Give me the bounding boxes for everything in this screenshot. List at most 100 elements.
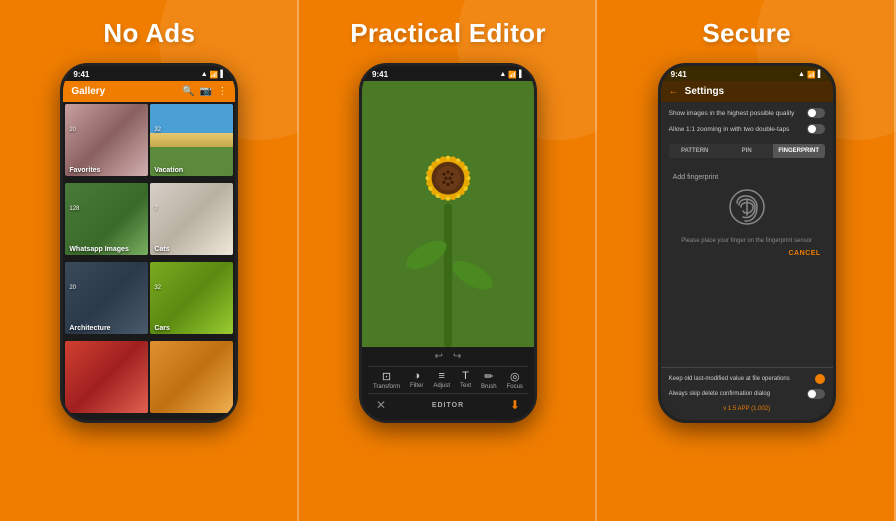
camera-icon[interactable]: 📷 [200, 86, 212, 97]
undo-icon[interactable]: ↩ [435, 351, 443, 362]
gallery-item-cats[interactable]: Cats 7 [150, 183, 233, 255]
editor-panel: Practical Editor 9:41 ▲ 📶 ▌ [299, 0, 598, 521]
status-icons-editor: ▲ 📶 ▌ [499, 71, 524, 79]
fingerprint-hint: Please place your finger on the fingerpr… [681, 238, 812, 244]
gallery-item-art1[interactable] [65, 341, 148, 413]
fingerprint-icon [729, 189, 765, 232]
settings-delete-text: Always skip delete confirmation dialog [669, 391, 807, 397]
editor-tools-bar: ⊡ Transform ◑ Filter ≡ Adjust T Text [368, 366, 528, 394]
settings-zoom-text: Allow 1:1 zooming in with two double-tap… [669, 126, 807, 133]
panel-title-secure: Secure [702, 18, 791, 49]
redo-icon[interactable]: ↪ [453, 351, 461, 362]
text-icon: T [462, 370, 469, 382]
gallery-toolbar: Gallery 🔍 📷 ⋮ [63, 81, 235, 102]
brush-icon: ✏ [484, 370, 493, 383]
version-text: v 1.5 APP (1.002) [669, 404, 825, 414]
gallery-item-label-cars: Cars [154, 325, 170, 332]
focus-label: Focus [507, 384, 523, 390]
search-icon[interactable]: 🔍 [182, 86, 194, 97]
settings-bottom-row-modified: Keep old last-modified value at file ope… [669, 374, 825, 384]
editor-tool-brush[interactable]: ✏ Brush [481, 370, 497, 390]
settings-screen: 9:41 ▲ 📶 ▌ ← Settings Show images in the… [661, 66, 833, 420]
close-editor-icon[interactable]: ✕ [376, 398, 386, 412]
editor-tool-focus[interactable]: ◎ Focus [507, 370, 523, 390]
gallery-item-whatsapp[interactable]: Whatsapp Images 128 [65, 183, 148, 255]
settings-divider [661, 367, 833, 368]
filter-icon: ◑ [413, 370, 420, 382]
battery-icon-settings: ▌ [818, 71, 823, 78]
gallery-item-favorites[interactable]: Favorites 20 [65, 104, 148, 176]
gallery-item-label-cats: Cats [154, 246, 169, 253]
battery-icon: ▌ [220, 71, 225, 78]
wifi-icon-editor: ▲ [499, 71, 506, 78]
auth-tab-pattern[interactable]: PATTERN [669, 144, 721, 158]
adjust-icon: ≡ [438, 370, 444, 382]
editor-tool-filter[interactable]: ◑ Filter [410, 370, 423, 390]
status-time-editor: 9:41 [372, 70, 388, 79]
auth-tab-fingerprint[interactable]: FINGERPRINT [773, 144, 825, 158]
gallery-action-icons: 🔍 📷 ⋮ [182, 86, 227, 97]
auth-tabs: PATTERN PIN FINGERPRINT [669, 144, 825, 158]
gallery-screen: 9:41 ▲ 📶 ▌ Gallery 🔍 📷 ⋮ Favorites 2 [63, 66, 235, 420]
status-icons-gallery: ▲ 📶 ▌ [201, 71, 226, 79]
panel-title-no-ads: No Ads [103, 18, 195, 49]
gallery-item-art2[interactable] [150, 341, 233, 413]
editor-tool-transform[interactable]: ⊡ Transform [373, 370, 400, 390]
gallery-item-architecture[interactable]: Architecture 20 [65, 262, 148, 334]
settings-zoom-toggle[interactable] [807, 124, 825, 134]
gallery-item-count-vacation: 32 [154, 127, 161, 133]
settings-modified-text: Keep old last-modified value at file ope… [669, 376, 815, 382]
editor-image-area [362, 81, 534, 347]
status-bar-editor: 9:41 ▲ 📶 ▌ [362, 66, 534, 81]
auth-tab-pin[interactable]: PIN [721, 144, 773, 158]
transform-label: Transform [373, 384, 400, 390]
status-bar-gallery: 9:41 ▲ 📶 ▌ [63, 66, 235, 81]
filter-label: Filter [410, 383, 423, 389]
gallery-item-count-architecture: 20 [69, 285, 76, 291]
signal-icon-editor: 📶 [508, 71, 517, 79]
gallery-item-cars[interactable]: Cars 32 [150, 262, 233, 334]
menu-icon[interactable]: ⋮ [217, 86, 227, 97]
adjust-label: Adjust [433, 383, 450, 389]
settings-toolbar: ← Settings [661, 81, 833, 102]
status-time-gallery: 9:41 [73, 70, 89, 79]
status-icons-settings: ▲ 📶 ▌ [798, 71, 823, 79]
gallery-grid: Favorites 20 Vacation 32 Whatsapp Images… [63, 102, 235, 420]
editor-controls: ↩ ↪ ⊡ Transform ◑ Filter ≡ Adjust [362, 347, 534, 420]
secure-panel: Secure 9:41 ▲ 📶 ▌ ← Settings Show images… [597, 0, 896, 521]
battery-icon-editor: ▌ [519, 71, 524, 78]
settings-quality-toggle[interactable] [807, 108, 825, 118]
settings-modified-dot[interactable] [815, 374, 825, 384]
gallery-item-vacation[interactable]: Vacation 32 [150, 104, 233, 176]
cancel-button[interactable]: CANCEL [789, 250, 821, 257]
gallery-item-label-favorites: Favorites [69, 167, 100, 174]
status-bar-settings: 9:41 ▲ 📶 ▌ [661, 66, 833, 81]
phone-settings: 9:41 ▲ 📶 ▌ ← Settings Show images in the… [658, 63, 836, 423]
phone-gallery: 9:41 ▲ 📶 ▌ Gallery 🔍 📷 ⋮ Favorites 2 [60, 63, 238, 423]
sunflower-image [362, 81, 534, 347]
editor-undo-redo: ↩ ↪ [368, 351, 528, 362]
settings-app-title: Settings [685, 86, 724, 97]
editor-tool-adjust[interactable]: ≡ Adjust [433, 370, 450, 390]
settings-back-icon[interactable]: ← [669, 86, 679, 97]
wifi-icon-settings: ▲ [798, 71, 805, 78]
gallery-item-label-architecture: Architecture [69, 325, 110, 332]
settings-row-quality: Show images in the highest possible qual… [669, 108, 825, 118]
phone-editor: 9:41 ▲ 📶 ▌ [359, 63, 537, 423]
panel-title-editor: Practical Editor [350, 18, 546, 49]
gallery-item-count-favorites: 20 [69, 127, 76, 133]
fingerprint-section: Add fingerprint Please place your finger… [669, 168, 825, 263]
wifi-icon: ▲ [201, 71, 208, 78]
signal-icon-settings: 📶 [807, 71, 816, 79]
editor-screen: 9:41 ▲ 📶 ▌ [362, 66, 534, 420]
gallery-item-label-whatsapp: Whatsapp Images [69, 246, 129, 253]
settings-delete-toggle[interactable] [807, 389, 825, 399]
editor-tool-text[interactable]: T Text [460, 370, 471, 390]
editor-bottom-bar: ✕ EDITOR ⬇ [368, 394, 528, 414]
settings-quality-text: Show images in the highest possible qual… [669, 110, 807, 117]
cancel-row: CANCEL [673, 250, 821, 257]
save-editor-icon[interactable]: ⬇ [510, 398, 520, 412]
settings-bottom-row-delete: Always skip delete confirmation dialog [669, 389, 825, 399]
signal-icon: 📶 [210, 71, 219, 79]
settings-content: Show images in the highest possible qual… [661, 102, 833, 365]
